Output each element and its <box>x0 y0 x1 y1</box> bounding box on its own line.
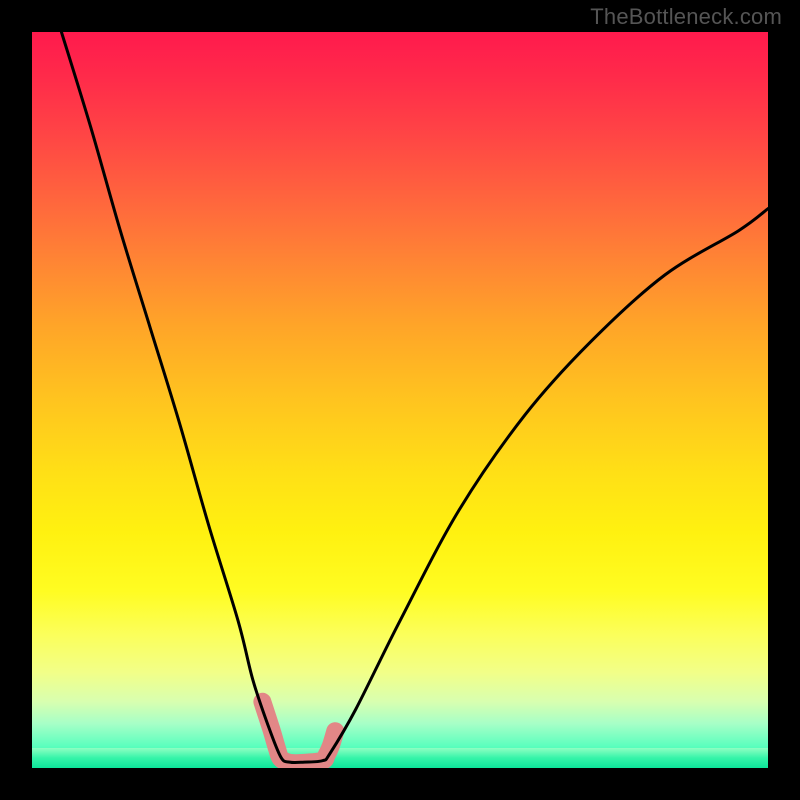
plot-area <box>32 32 768 768</box>
highlight-segment <box>262 702 335 764</box>
bottleneck-curve <box>61 32 768 763</box>
watermark-text: TheBottleneck.com <box>590 4 782 30</box>
chart-container: TheBottleneck.com <box>0 0 800 800</box>
curve-layer <box>32 32 768 768</box>
